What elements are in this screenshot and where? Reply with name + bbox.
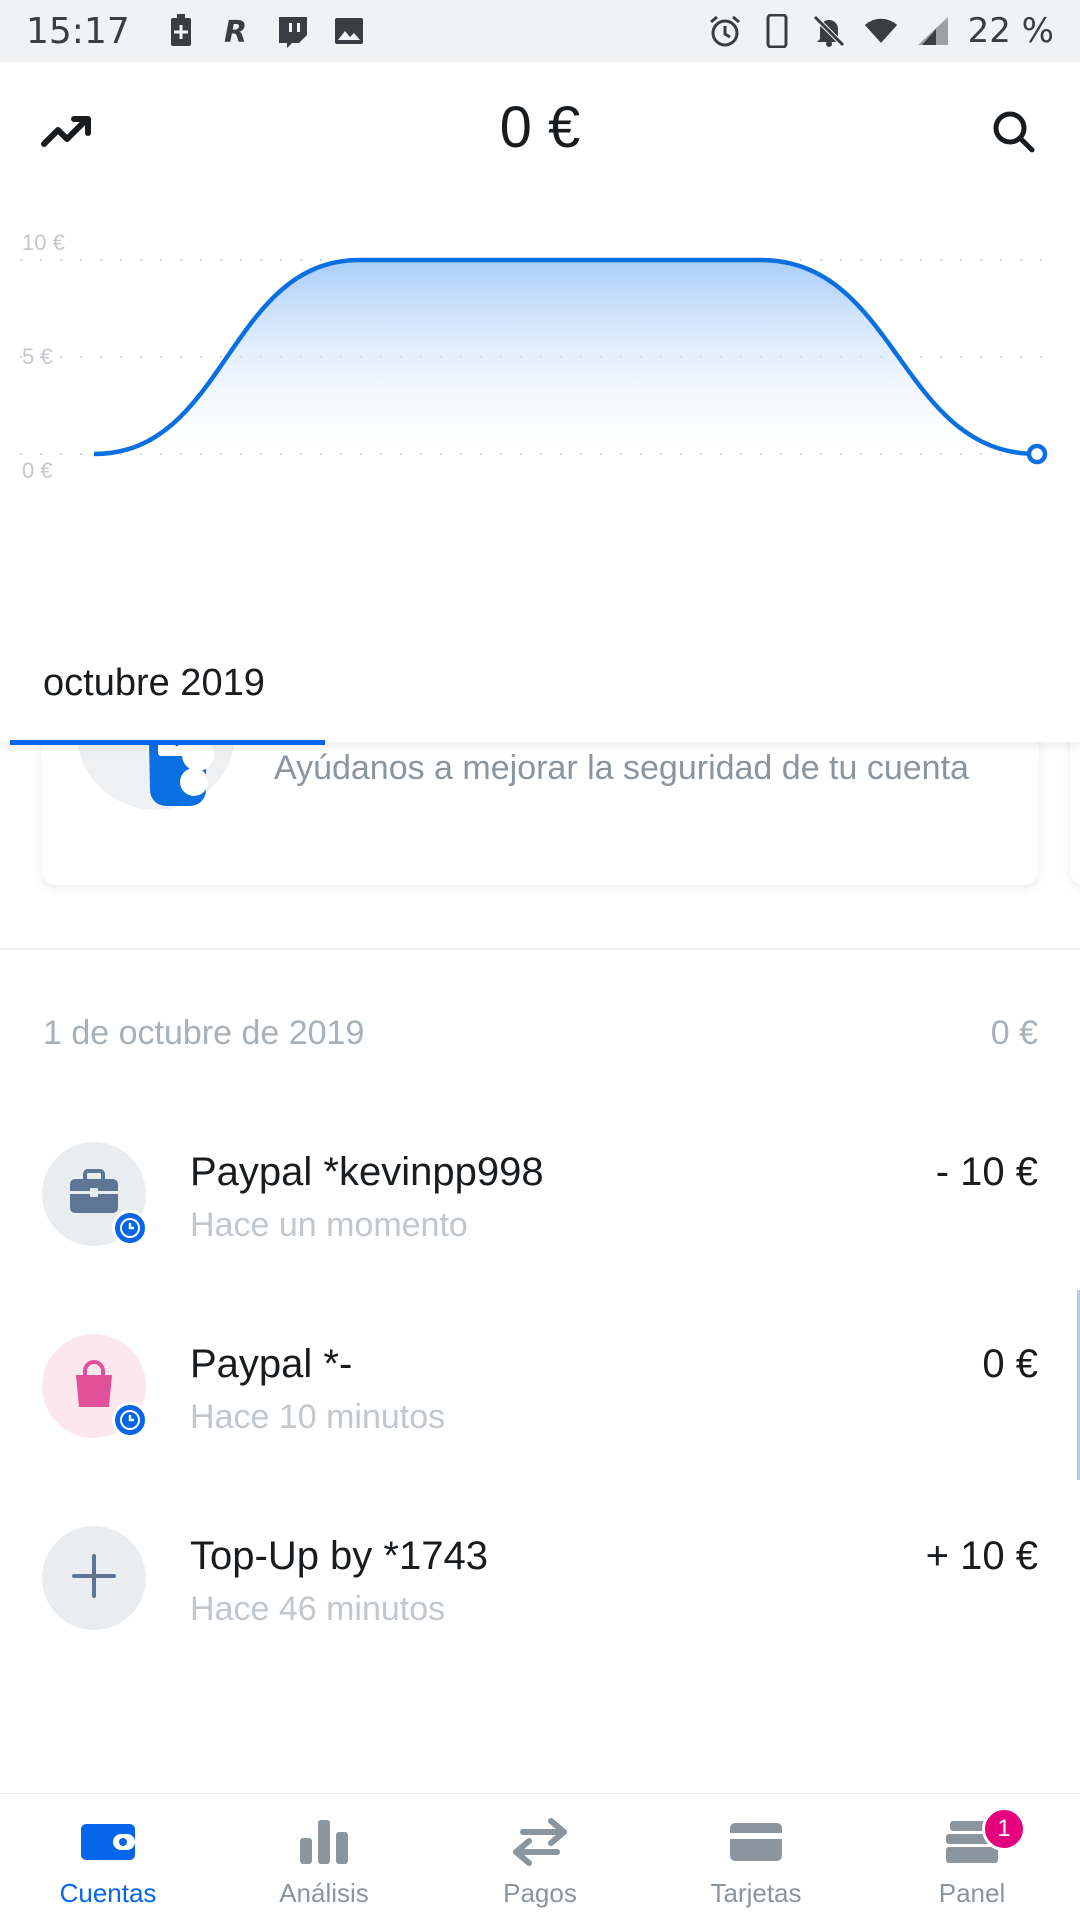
signal-icon <box>916 14 950 48</box>
twitch-icon <box>276 14 310 48</box>
transaction-title: Paypal *kevinpp998 <box>190 1150 544 1194</box>
briefcase-icon <box>68 1168 120 1220</box>
nav-item-cuentas[interactable]: Cuentas <box>0 1794 216 1920</box>
balance-chart-svg <box>20 257 1060 465</box>
transactions-day-total: 0 € <box>990 1014 1038 1052</box>
search-icon[interactable] <box>988 106 1040 158</box>
card-icon <box>724 1816 788 1868</box>
nav-label: Cuentas <box>59 1878 157 1908</box>
nav-label: Tarjetas <box>710 1878 802 1908</box>
transaction-time: Hace 10 minutos <box>190 1398 446 1436</box>
transaction-row[interactable]: Paypal *- Hace 10 minutos 0 € <box>42 1334 1038 1454</box>
app-header: 0 € <box>0 62 1080 202</box>
bottom-navigation: Cuentas Análisis Pagos Tarjetas Panel 1 <box>0 1793 1080 1920</box>
svg-text:R: R <box>224 15 247 47</box>
nav-item-tarjetas[interactable]: Tarjetas <box>648 1794 864 1920</box>
transaction-title: Top-Up by *1743 <box>190 1534 488 1578</box>
shopping-bag-icon <box>71 1359 117 1414</box>
phone-icon <box>760 14 794 48</box>
notification-badge: 1 <box>982 1807 1026 1851</box>
y-tick-label: 0 € <box>22 458 53 483</box>
status-time: 15:17 <box>26 10 130 52</box>
nav-item-panel[interactable]: Panel 1 <box>864 1794 1080 1920</box>
balance-chart: 10 € 5 € 0 € octubre 2019 <box>0 202 1080 745</box>
battery-percent: 22 % <box>967 11 1054 51</box>
wallet-icon <box>76 1816 140 1868</box>
bell-off-icon <box>812 14 846 48</box>
plus-icon <box>70 1552 118 1605</box>
transaction-amount: + 10 € <box>925 1534 1038 1578</box>
transaction-amount: 0 € <box>982 1342 1038 1386</box>
transfer-arrows-icon <box>508 1816 572 1868</box>
section-divider <box>0 948 1080 950</box>
nav-item-analisis[interactable]: Análisis <box>216 1794 432 1920</box>
pending-clock-icon <box>112 1210 148 1246</box>
transaction-avatar <box>42 1526 146 1630</box>
transactions-date: 1 de octubre de 2019 <box>43 1014 365 1052</box>
transaction-time: Hace un momento <box>190 1206 468 1244</box>
chart-area-fill <box>94 260 1037 454</box>
transaction-amount: - 10 € <box>935 1150 1038 1194</box>
chart-end-point[interactable] <box>1026 443 1048 465</box>
transactions-date-header: 1 de octubre de 2019 0 € <box>43 1014 1038 1053</box>
status-notification-icons: R <box>164 14 366 48</box>
y-tick-label: 5 € <box>22 344 53 369</box>
alarm-icon <box>708 14 742 48</box>
tab-active-indicator <box>10 740 325 745</box>
pending-clock-icon <box>112 1402 148 1438</box>
security-card-text: Ayúdanos a mejorar la seguridad de tu cu… <box>274 749 969 787</box>
transaction-time: Hace 46 minutos <box>190 1590 446 1628</box>
transaction-row[interactable]: Paypal *kevinpp998 Hace un momento - 10 … <box>42 1142 1038 1262</box>
bar-chart-icon <box>292 1816 356 1868</box>
wifi-icon <box>864 14 898 48</box>
image-icon <box>332 14 366 48</box>
tab-month[interactable]: octubre 2019 <box>43 662 265 705</box>
transaction-row[interactable]: Top-Up by *1743 Hace 46 minutos + 10 € <box>42 1526 1038 1646</box>
r-app-icon: R <box>220 14 254 48</box>
y-tick-label: 10 € <box>22 230 65 255</box>
transaction-title: Paypal *- <box>190 1342 353 1386</box>
nav-item-pagos[interactable]: Pagos <box>432 1794 648 1920</box>
nav-label: Panel <box>938 1878 1006 1908</box>
nav-label: Análisis <box>279 1878 369 1908</box>
account-balance: 0 € <box>499 95 581 160</box>
nav-label: Pagos <box>503 1878 577 1908</box>
status-bar: 15:17 R 22 % <box>0 0 1080 62</box>
battery-saver-icon <box>164 14 198 48</box>
